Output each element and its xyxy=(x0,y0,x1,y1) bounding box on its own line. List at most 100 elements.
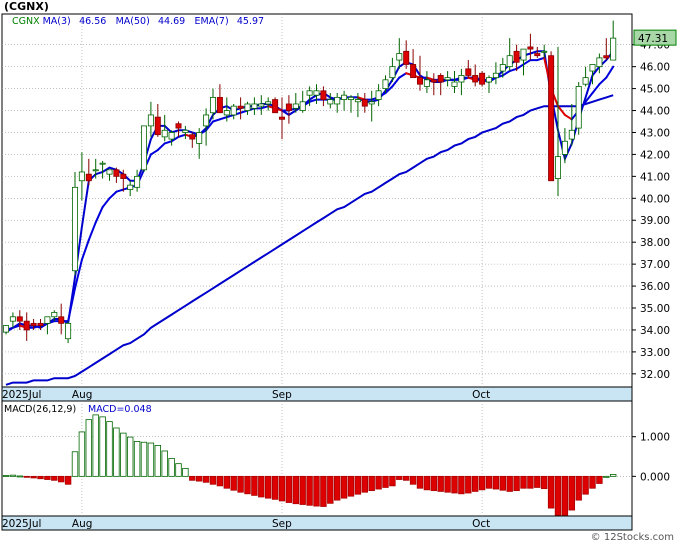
candle-body xyxy=(306,90,313,96)
candle-body xyxy=(127,184,134,190)
macd-bar xyxy=(402,475,410,481)
macd-bar xyxy=(582,475,589,495)
macd-bar xyxy=(292,475,299,505)
macd-bar xyxy=(327,475,334,504)
candle-body xyxy=(423,79,430,87)
price-tick-label: 39.00 xyxy=(640,215,670,227)
macd-bar xyxy=(416,475,424,489)
candle-body xyxy=(272,99,279,114)
candle-body xyxy=(527,46,534,50)
macd-bar xyxy=(78,431,86,477)
price-legend-item: 45.97 xyxy=(237,16,264,27)
candle-body xyxy=(30,322,37,326)
macd-bar xyxy=(216,475,224,487)
macd-bar xyxy=(478,475,486,491)
candle-body xyxy=(72,186,79,272)
macd-bar xyxy=(230,475,237,491)
date-tick-label: Oct xyxy=(472,389,490,401)
macd-date-tick-label: Sep xyxy=(272,518,292,530)
candle-body xyxy=(161,129,168,138)
candle-body xyxy=(292,103,299,109)
last-price-label: 47.31 xyxy=(638,33,668,45)
candle-body xyxy=(548,55,555,182)
macd-bar xyxy=(37,475,44,480)
candle-body xyxy=(361,99,368,107)
macd-bar xyxy=(368,475,375,492)
macd-bar xyxy=(16,475,23,478)
macd-bar xyxy=(534,475,541,488)
candle-body xyxy=(147,114,154,127)
macd-bar xyxy=(161,450,168,477)
macd-bar xyxy=(51,475,58,481)
candle-body xyxy=(534,53,541,57)
macd-bar xyxy=(485,475,493,489)
candle-body xyxy=(347,96,354,100)
candle-body xyxy=(223,110,230,116)
candle-body xyxy=(458,75,465,83)
macd-date-tick-label: 2025Jul xyxy=(2,518,41,530)
macd-bar xyxy=(375,475,382,490)
macd-bar xyxy=(492,475,500,490)
price-legend-item: EMA(7) xyxy=(195,16,229,27)
macd-date-axis-band xyxy=(1,515,633,531)
candle-body xyxy=(389,66,396,79)
macd-bar xyxy=(547,475,555,509)
macd-bar xyxy=(182,468,189,477)
candle-body xyxy=(513,50,520,63)
macd-bar xyxy=(30,475,37,479)
candle-body xyxy=(230,105,237,116)
candle-body xyxy=(3,325,9,333)
macd-bar xyxy=(71,451,79,477)
price-legend-item: CGNX xyxy=(12,16,40,27)
price-tick-label: 37.00 xyxy=(640,259,670,271)
macd-bar xyxy=(168,458,175,477)
candle-body xyxy=(99,162,106,165)
candle-body xyxy=(596,57,603,68)
candle-body xyxy=(354,99,361,103)
candle-body xyxy=(334,96,341,105)
candle-body xyxy=(78,171,85,182)
price-tick-label: 35.00 xyxy=(640,303,670,315)
candle-body xyxy=(37,322,44,326)
macd-bar xyxy=(258,475,265,498)
macd-bar xyxy=(347,475,355,497)
candle-body xyxy=(506,55,513,68)
candle-body xyxy=(175,123,182,129)
macd-bar xyxy=(92,414,99,477)
candle-body xyxy=(520,48,527,61)
macd-legend-item: MACD(26,12,9) xyxy=(4,404,76,415)
candle-body xyxy=(251,103,258,109)
chart-stage: 32.00 33.00 34.00 35.00 36.00 37.00 38.00 39.00… xyxy=(0,0,680,546)
chart-title: (CGNX) xyxy=(4,0,49,13)
price-tick-label: 38.00 xyxy=(640,237,670,249)
candle-body xyxy=(451,81,458,87)
candle-body xyxy=(203,114,210,127)
macd-bar xyxy=(430,475,437,492)
macd-bar xyxy=(127,436,134,477)
candle-body xyxy=(237,105,244,109)
candle-body xyxy=(265,101,272,105)
candle-body xyxy=(65,322,72,340)
macd-bar xyxy=(189,475,196,481)
candle-body xyxy=(196,132,203,144)
macd-bar xyxy=(23,475,30,478)
candle-body xyxy=(382,79,389,90)
macd-bar xyxy=(554,475,562,516)
macd-bar xyxy=(520,475,527,489)
candle-body xyxy=(341,94,348,100)
candle-body xyxy=(44,316,51,324)
candle-body xyxy=(168,132,175,140)
candle-body xyxy=(492,72,499,79)
candle-body xyxy=(499,64,506,72)
candle-body xyxy=(555,156,562,179)
price-panel xyxy=(1,13,633,388)
price-tick-label: 36.00 xyxy=(640,281,670,293)
macd-bar xyxy=(85,419,92,477)
candle-body xyxy=(154,116,161,136)
date-tick-label: Sep xyxy=(272,389,292,401)
macd-bar xyxy=(209,475,217,485)
macd-bar xyxy=(513,475,520,492)
candle-body xyxy=(92,169,99,172)
candle-body xyxy=(313,90,320,96)
price-legend-item: 46.56 xyxy=(79,16,106,27)
